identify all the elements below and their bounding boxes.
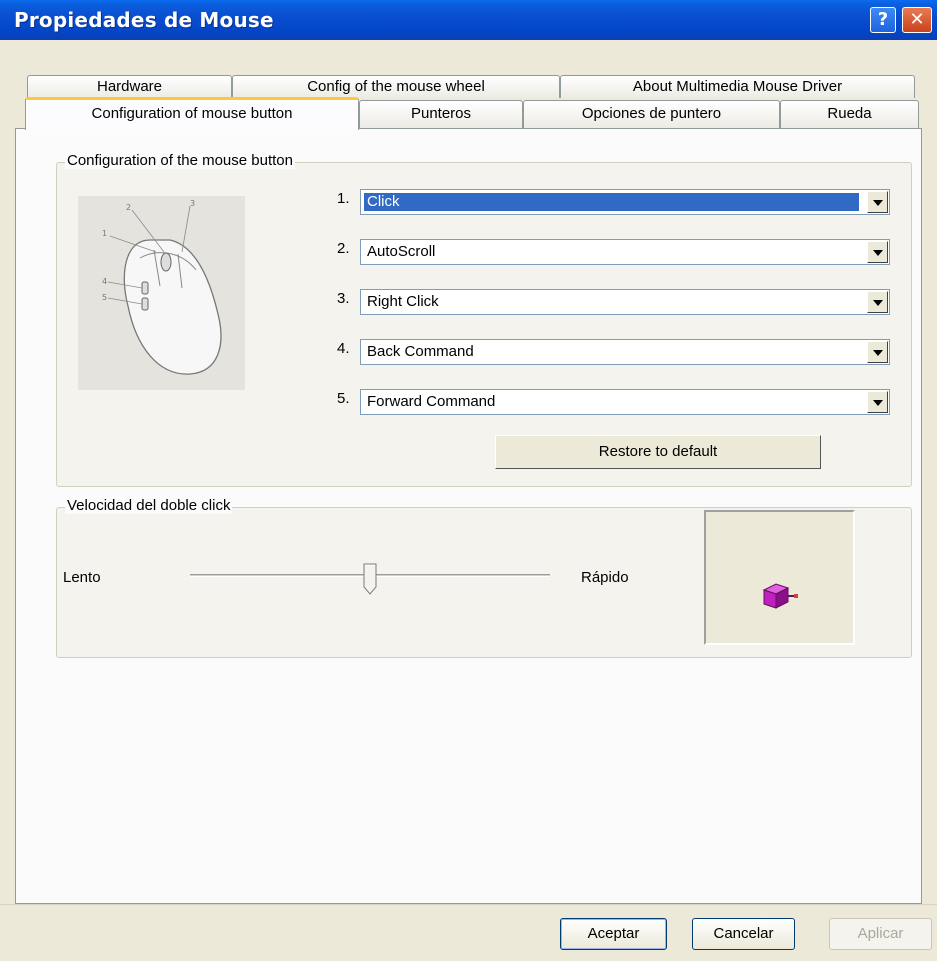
- chevron-down-icon[interactable]: [867, 341, 888, 363]
- callout-2: 2: [126, 203, 131, 212]
- double-click-group-label: Velocidad del doble click: [65, 497, 233, 514]
- button-3-value: Right Click: [367, 293, 439, 310]
- mouse-diagram: 1 2 3 4 5: [78, 196, 245, 390]
- tab-configuration-mouse-button[interactable]: Configuration of mouse button: [25, 97, 359, 130]
- tab-rueda[interactable]: Rueda: [780, 100, 919, 128]
- callout-3: 3: [190, 199, 195, 208]
- restore-default-button[interactable]: Restore to default: [495, 435, 821, 469]
- callout-5: 5: [102, 293, 107, 302]
- close-icon: ✕: [909, 9, 925, 30]
- button-3-select[interactable]: Right Click: [360, 289, 890, 315]
- window-title: Propiedades de Mouse: [14, 8, 274, 32]
- button-1-value: Click: [364, 193, 859, 211]
- purple-box-icon: [762, 583, 798, 609]
- row-number-3: 3.: [337, 290, 350, 307]
- chevron-down-icon[interactable]: [867, 241, 888, 263]
- tab-config-mouse-wheel[interactable]: Config of the mouse wheel: [232, 75, 560, 98]
- fast-label: Rápido: [581, 569, 629, 586]
- row-number-1: 1.: [337, 190, 350, 207]
- row-number-2: 2.: [337, 240, 350, 257]
- slow-label: Lento: [63, 569, 101, 586]
- slider-thumb[interactable]: [363, 563, 377, 595]
- button-4-value: Back Command: [367, 343, 474, 360]
- button-5-value: Forward Command: [367, 393, 496, 410]
- button-2-value: AutoScroll: [367, 243, 436, 260]
- help-button[interactable]: ?: [870, 7, 896, 33]
- button-4-select[interactable]: Back Command: [360, 339, 890, 365]
- button-2-select[interactable]: AutoScroll: [360, 239, 890, 265]
- help-icon: ?: [877, 9, 889, 30]
- ok-button[interactable]: Aceptar: [560, 918, 667, 950]
- chevron-down-icon[interactable]: [867, 191, 888, 213]
- button-config-group-label: Configuration of the mouse button: [65, 152, 295, 169]
- apply-button[interactable]: Aplicar: [829, 918, 932, 950]
- mouse-illustration-icon: 1 2 3 4 5: [102, 199, 222, 375]
- tab-about-driver[interactable]: About Multimedia Mouse Driver: [560, 75, 915, 98]
- button-5-select[interactable]: Forward Command: [360, 389, 890, 415]
- chevron-down-icon[interactable]: [867, 291, 888, 313]
- callout-1: 1: [102, 229, 107, 238]
- button-1-select[interactable]: Click: [360, 189, 890, 215]
- cancel-button[interactable]: Cancelar: [692, 918, 795, 950]
- callout-4: 4: [102, 277, 107, 286]
- title-bar[interactable]: Propiedades de Mouse ? ✕: [0, 0, 937, 40]
- row-number-4: 4.: [337, 340, 350, 357]
- mouse-properties-window: Propiedades de Mouse ? ✕ Hardware Config…: [0, 0, 937, 961]
- close-button[interactable]: ✕: [902, 7, 932, 33]
- row-number-5: 5.: [337, 390, 350, 407]
- tab-opciones-puntero[interactable]: Opciones de puntero: [523, 100, 780, 128]
- tab-punteros[interactable]: Punteros: [359, 100, 523, 128]
- footer-separator: [0, 904, 937, 905]
- tab-hardware[interactable]: Hardware: [27, 75, 232, 98]
- chevron-down-icon[interactable]: [867, 391, 888, 413]
- double-click-test-area[interactable]: [704, 510, 855, 645]
